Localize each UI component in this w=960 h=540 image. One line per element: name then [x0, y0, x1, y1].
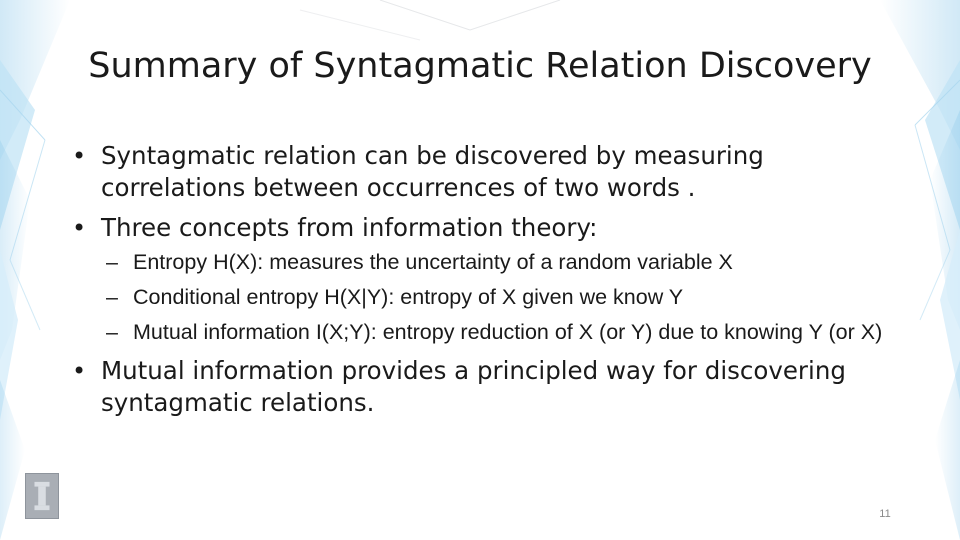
sub-bullet-list: – Entropy H(X): measures the uncertainty…	[70, 248, 890, 347]
bullet-list: • Syntagmatic relation can be discovered…	[70, 140, 890, 427]
bullet-dot-icon: •	[72, 214, 87, 242]
slide: Summary of Syntagmatic Relation Discover…	[0, 0, 960, 540]
en-dash-icon: –	[106, 320, 118, 344]
sub-bullet-text: Entropy H(X): measures the uncertainty o…	[133, 250, 733, 274]
en-dash-icon: –	[106, 250, 118, 274]
bullet-item: • Syntagmatic relation can be discovered…	[70, 140, 890, 204]
sub-bullet-text: Conditional entropy H(X|Y): entropy of X…	[133, 285, 684, 309]
en-dash-icon: –	[106, 285, 118, 309]
sub-bullet-item: – Conditional entropy H(X|Y): entropy of…	[70, 283, 890, 312]
bullet-text: Mutual information provides a principled…	[101, 356, 846, 417]
sub-bullet-item: – Entropy H(X): measures the uncertainty…	[70, 248, 890, 277]
page-number: 11	[879, 508, 891, 520]
bullet-text: Three concepts from information theory:	[101, 213, 598, 242]
sub-bullet-item: – Mutual information I(X;Y): entropy red…	[70, 318, 890, 347]
university-i-logo-icon	[25, 473, 59, 519]
bullet-dot-icon: •	[72, 357, 87, 385]
bullet-dot-icon: •	[72, 142, 87, 170]
slide-title: Summary of Syntagmatic Relation Discover…	[88, 46, 872, 86]
bullet-item: • Three concepts from information theory…	[70, 212, 890, 244]
bullet-item: • Mutual information provides a principl…	[70, 355, 890, 419]
sub-bullet-text: Mutual information I(X;Y): entropy reduc…	[133, 320, 883, 344]
bullet-text: Syntagmatic relation can be discovered b…	[101, 141, 764, 202]
